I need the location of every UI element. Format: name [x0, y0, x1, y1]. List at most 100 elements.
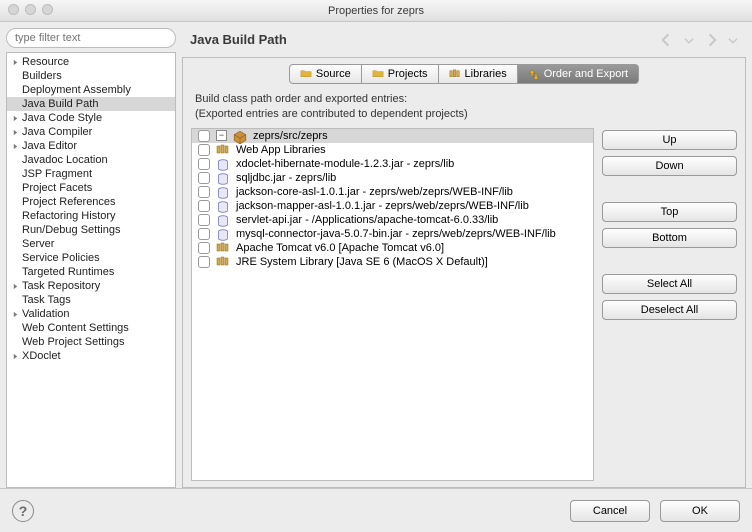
entry-label: servlet-api.jar - /Applications/apache-t…: [236, 214, 498, 226]
sidebar-item-java-build-path[interactable]: Java Build Path: [7, 97, 175, 111]
zoom-window-icon[interactable]: [42, 4, 53, 15]
desc-line: (Exported entries are contributed to dep…: [195, 107, 735, 122]
pkg-icon: [233, 130, 247, 142]
disclosure-triangle-icon[interactable]: [11, 142, 20, 151]
disclosure-spacer: [11, 100, 20, 109]
export-checkbox[interactable]: [198, 214, 210, 226]
minimize-window-icon[interactable]: [25, 4, 36, 15]
classpath-entry[interactable]: −zeprs/src/zeprs: [192, 129, 593, 143]
order-buttons: Up Down Top Bottom Select All Deselect A…: [602, 128, 737, 481]
classpath-entry[interactable]: xdoclet-hibernate-module-1.2.3.jar - zep…: [192, 157, 593, 171]
export-checkbox[interactable]: [198, 144, 210, 156]
titlebar: Properties for zeprs: [0, 0, 752, 22]
disclosure-triangle-icon[interactable]: [11, 128, 20, 137]
sidebar-item-label: Web Project Settings: [22, 336, 125, 348]
close-window-icon[interactable]: [8, 4, 19, 15]
disclosure-spacer: [11, 156, 20, 165]
disclosure-spacer: [11, 324, 20, 333]
tabbar: Source Projects LibrariesOrder and Export: [183, 58, 745, 88]
tab-source[interactable]: Source: [289, 64, 362, 84]
down-button[interactable]: Down: [602, 156, 737, 176]
tab-libraries[interactable]: Libraries: [438, 64, 518, 84]
export-checkbox[interactable]: [198, 130, 210, 142]
sidebar-item-task-tags[interactable]: Task Tags: [7, 293, 175, 307]
sidebar-item-xdoclet[interactable]: XDoclet: [7, 349, 175, 363]
window-title: Properties for zeprs: [328, 5, 424, 17]
jar-icon: [216, 228, 230, 240]
export-checkbox[interactable]: [198, 256, 210, 268]
sidebar-item-label: Task Tags: [22, 294, 71, 306]
sidebar-item-web-project-settings[interactable]: Web Project Settings: [7, 335, 175, 349]
sidebar-item-label: JSP Fragment: [22, 168, 92, 180]
disclosure-spacer: [11, 198, 20, 207]
sidebar-item-server[interactable]: Server: [7, 237, 175, 251]
nav-dropdown-icon[interactable]: [724, 33, 742, 47]
disclosure-spacer: [11, 254, 20, 263]
sidebar-item-resource[interactable]: Resource: [7, 55, 175, 69]
select-all-button[interactable]: Select All: [602, 274, 737, 294]
cancel-button[interactable]: Cancel: [570, 500, 650, 522]
sidebar-item-validation[interactable]: Validation: [7, 307, 175, 321]
export-checkbox[interactable]: [198, 172, 210, 184]
sidebar-item-javadoc-location[interactable]: Javadoc Location: [7, 153, 175, 167]
nav-forward-icon[interactable]: [702, 33, 720, 47]
collapse-icon[interactable]: −: [216, 130, 227, 141]
classpath-entry[interactable]: Web App Libraries: [192, 143, 593, 157]
classpath-entry[interactable]: sqljdbc.jar - zeprs/lib: [192, 171, 593, 185]
tab-label: Projects: [388, 68, 428, 80]
export-checkbox[interactable]: [198, 200, 210, 212]
classpath-entry[interactable]: servlet-api.jar - /Applications/apache-t…: [192, 213, 593, 227]
sidebar-item-java-compiler[interactable]: Java Compiler: [7, 125, 175, 139]
sidebar-item-refactoring-history[interactable]: Refactoring History: [7, 209, 175, 223]
classpath-entry[interactable]: JRE System Library [Java SE 6 (MacOS X D…: [192, 255, 593, 269]
deselect-all-button[interactable]: Deselect All: [602, 300, 737, 320]
ok-button[interactable]: OK: [660, 500, 740, 522]
sidebar-item-label: Refactoring History: [22, 210, 116, 222]
disclosure-triangle-icon[interactable]: [11, 58, 20, 67]
disclosure-triangle-icon[interactable]: [11, 352, 20, 361]
disclosure-spacer: [11, 170, 20, 179]
sidebar-item-java-code-style[interactable]: Java Code Style: [7, 111, 175, 125]
tab-order-and-export[interactable]: Order and Export: [517, 64, 639, 84]
disclosure-spacer: [11, 212, 20, 221]
sidebar-item-web-content-settings[interactable]: Web Content Settings: [7, 321, 175, 335]
help-icon[interactable]: ?: [12, 500, 34, 522]
sidebar-item-task-repository[interactable]: Task Repository: [7, 279, 175, 293]
export-checkbox[interactable]: [198, 228, 210, 240]
sidebar-item-project-facets[interactable]: Project Facets: [7, 181, 175, 195]
export-checkbox[interactable]: [198, 186, 210, 198]
disclosure-spacer: [11, 338, 20, 347]
classpath-list[interactable]: −zeprs/src/zeprsWeb App Librariesxdoclet…: [191, 128, 594, 481]
export-checkbox[interactable]: [198, 242, 210, 254]
sidebar-item-project-references[interactable]: Project References: [7, 195, 175, 209]
filter-input[interactable]: [6, 28, 176, 48]
tab-projects[interactable]: Projects: [361, 64, 439, 84]
sidebar-item-builders[interactable]: Builders: [7, 69, 175, 83]
disclosure-triangle-icon[interactable]: [11, 114, 20, 123]
up-button[interactable]: Up: [602, 130, 737, 150]
bottom-button[interactable]: Bottom: [602, 228, 737, 248]
entry-label: jackson-mapper-asl-1.0.1.jar - zeprs/web…: [236, 200, 529, 212]
classpath-entry[interactable]: jackson-mapper-asl-1.0.1.jar - zeprs/web…: [192, 199, 593, 213]
classpath-entry[interactable]: jackson-core-asl-1.0.1.jar - zeprs/web/z…: [192, 185, 593, 199]
sidebar-item-run-debug-settings[interactable]: Run/Debug Settings: [7, 223, 175, 237]
export-checkbox[interactable]: [198, 158, 210, 170]
sidebar-item-label: Run/Debug Settings: [22, 224, 120, 236]
nav-dropdown-icon[interactable]: [680, 33, 698, 47]
top-button[interactable]: Top: [602, 202, 737, 222]
sidebar-item-java-editor[interactable]: Java Editor: [7, 139, 175, 153]
disclosure-triangle-icon[interactable]: [11, 282, 20, 291]
nav-back-icon[interactable]: [658, 33, 676, 47]
category-tree[interactable]: ResourceBuildersDeployment AssemblyJava …: [6, 52, 176, 488]
classpath-entry[interactable]: Apache Tomcat v6.0 [Apache Tomcat v6.0]: [192, 241, 593, 255]
jar-icon: [216, 186, 230, 198]
sidebar-item-service-policies[interactable]: Service Policies: [7, 251, 175, 265]
disclosure-spacer: [11, 226, 20, 235]
sidebar-item-jsp-fragment[interactable]: JSP Fragment: [7, 167, 175, 181]
disclosure-triangle-icon[interactable]: [11, 310, 20, 319]
sidebar-item-label: Deployment Assembly: [22, 84, 131, 96]
sidebar-item-label: Project References: [22, 196, 116, 208]
sidebar-item-deployment-assembly[interactable]: Deployment Assembly: [7, 83, 175, 97]
sidebar-item-targeted-runtimes[interactable]: Targeted Runtimes: [7, 265, 175, 279]
classpath-entry[interactable]: mysql-connector-java-5.0.7-bin.jar - zep…: [192, 227, 593, 241]
